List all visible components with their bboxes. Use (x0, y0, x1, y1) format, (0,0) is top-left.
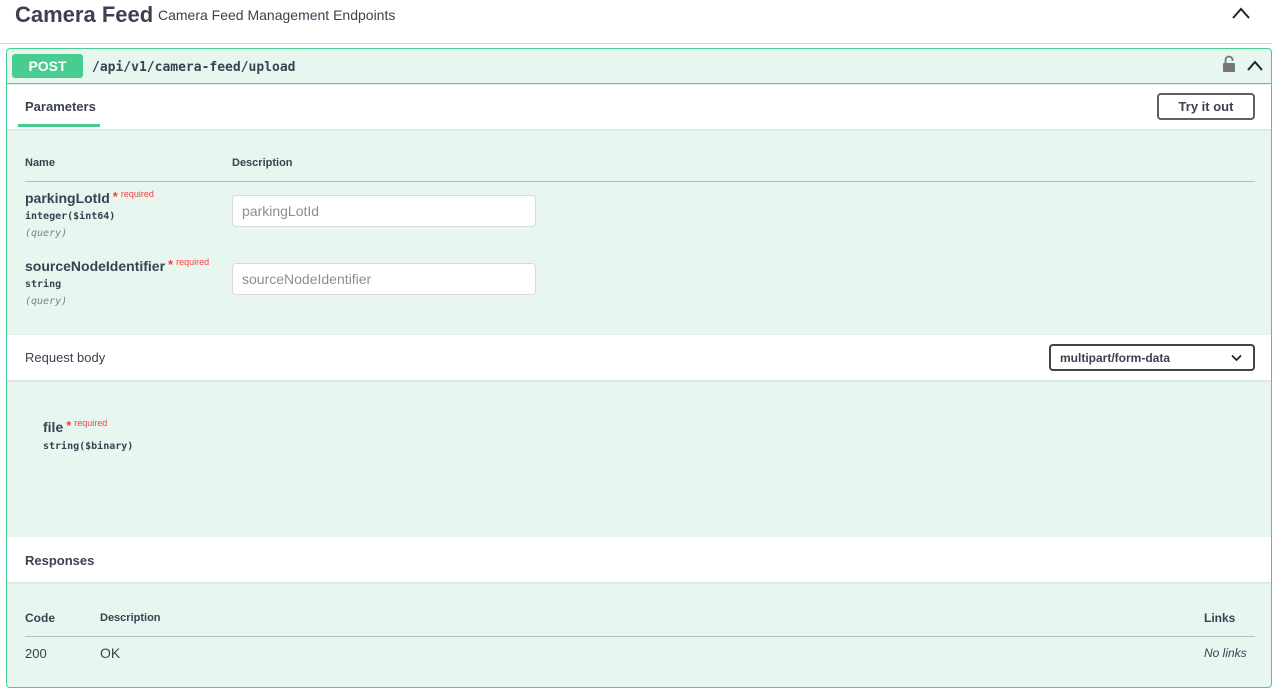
tag-description: Camera Feed Management Endpoints (158, 7, 396, 23)
chevron-up-icon[interactable] (1231, 6, 1251, 20)
content-type-select[interactable]: multipart/form-data (1049, 344, 1255, 371)
param-type: integer($int64) (25, 211, 116, 222)
required-star: * (112, 189, 118, 204)
operation-block-post: POST /api/v1/camera-feed/upload Paramete… (6, 48, 1272, 688)
response-col-links: Links (1204, 611, 1236, 625)
required-star: * (66, 418, 72, 433)
body-field-type: string($binary) (43, 441, 134, 452)
required-label: required (74, 418, 108, 428)
request-body-header: Request body multipart/form-data (7, 335, 1271, 380)
required-label: required (120, 189, 154, 199)
response-code: 200 (25, 646, 47, 661)
tab-active-indicator (18, 124, 100, 127)
tag-title: Camera Feed (15, 2, 154, 27)
body-field-file: file * required (43, 418, 108, 435)
param-location: (query) (25, 296, 68, 307)
chevron-down-icon (1231, 354, 1242, 362)
param-col-description: Description (232, 157, 293, 169)
tab-parameters[interactable]: Parameters (25, 99, 96, 114)
required-label: required (176, 257, 210, 267)
divider (25, 181, 1255, 182)
param-col-name: Name (25, 157, 55, 169)
response-description: OK (100, 645, 121, 661)
method-badge: POST (12, 54, 83, 78)
parkinglotid-input[interactable] (232, 195, 536, 227)
divider (25, 636, 1255, 637)
param-name-parkinglotid: parkingLotId * required (25, 189, 154, 206)
operation-path: /api/v1/camera-feed/upload (92, 60, 296, 75)
param-type: string (25, 279, 62, 290)
tag-header[interactable]: Camera Feed Camera Feed Management Endpo… (0, 0, 1272, 44)
operation-summary[interactable]: POST /api/v1/camera-feed/upload (7, 49, 1271, 84)
param-location: (query) (25, 228, 68, 239)
required-star: * (168, 257, 174, 272)
response-links: No links (1204, 646, 1247, 660)
response-col-code: Code (25, 611, 55, 625)
request-body-label: Request body (25, 350, 106, 365)
chevron-up-icon[interactable] (1246, 60, 1264, 72)
lock-icon[interactable] (1222, 55, 1236, 73)
response-col-description: Description (100, 612, 161, 624)
sourcenodeidentifier-input[interactable] (232, 263, 536, 295)
parameters-header: Parameters Try it out (7, 85, 1271, 129)
content-type-value: multipart/form-data (1060, 351, 1171, 365)
param-name-sourcenodeidentifier: sourceNodeIdentifier * required (25, 257, 210, 274)
try-it-out-button[interactable]: Try it out (1157, 93, 1255, 120)
responses-label: Responses (25, 553, 95, 568)
responses-header: Responses (7, 537, 1271, 582)
